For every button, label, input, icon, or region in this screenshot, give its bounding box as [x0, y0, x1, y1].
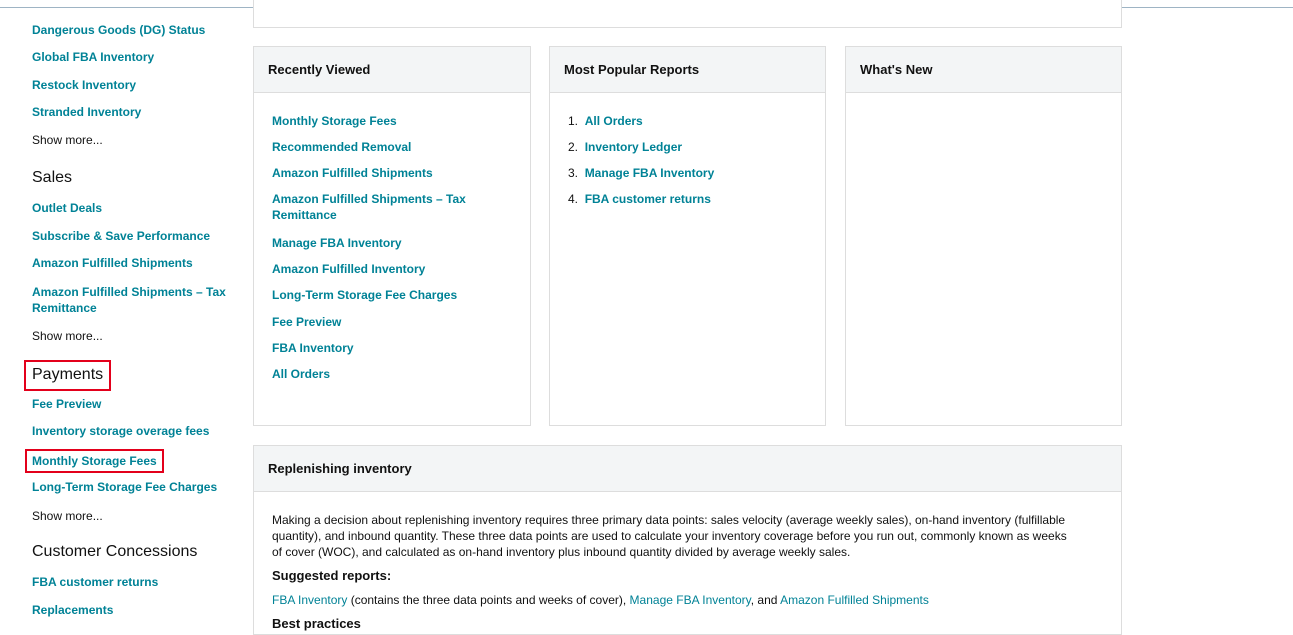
popular-report-link-all-orders[interactable]: All Orders	[585, 114, 643, 128]
sidebar-link-line: Remittance	[32, 301, 97, 315]
sidebar-link-monthly-storage-fees[interactable]: Monthly Storage Fees	[25, 449, 164, 473]
recent-link-amazon-fulfilled-inventory[interactable]: Amazon Fulfilled Inventory	[272, 261, 425, 277]
sidebar-link-subscribe-save[interactable]: Subscribe & Save Performance	[32, 228, 210, 244]
sidebar-heading-payments: Payments	[24, 360, 112, 391]
sidebar-link-fba-customer-returns[interactable]: FBA customer returns	[32, 574, 158, 590]
recent-link-line: Amazon Fulfilled Shipments – Tax	[272, 192, 466, 206]
recent-link-manage-fba-inventory[interactable]: Manage FBA Inventory	[272, 235, 402, 251]
recent-link-all-orders[interactable]: All Orders	[272, 366, 330, 382]
popular-report-item: 1. All Orders	[568, 113, 643, 129]
popular-report-link-fba-customer-returns[interactable]: FBA customer returns	[585, 192, 711, 206]
replenishing-description: Making a decision about replenishing inv…	[272, 513, 1067, 559]
sidebar-link-stranded-inventory[interactable]: Stranded Inventory	[32, 104, 141, 120]
sidebar-link-global-fba-inventory[interactable]: Global FBA Inventory	[32, 49, 154, 65]
recent-link-fee-preview[interactable]: Fee Preview	[272, 314, 341, 330]
sidebar-heading-customer-concessions: Customer Concessions	[32, 543, 198, 560]
sidebar-link-long-term-storage-fee-charges[interactable]: Long-Term Storage Fee Charges	[32, 479, 217, 495]
replenishing-card: Replenishing inventory Making a decision…	[253, 445, 1122, 635]
top-card	[253, 0, 1122, 28]
suggested-link-description: (contains the three data points and week…	[347, 593, 630, 607]
sidebar-show-more-payments[interactable]: Show more...	[32, 508, 103, 524]
popular-report-link-inventory-ledger[interactable]: Inventory Ledger	[585, 140, 682, 154]
sidebar-link-restock-inventory[interactable]: Restock Inventory	[32, 77, 136, 93]
recently-viewed-title: Recently Viewed	[254, 47, 530, 93]
replenishing-title: Replenishing inventory	[254, 446, 1121, 492]
recent-link-amazon-fulfilled-shipments[interactable]: Amazon Fulfilled Shipments	[272, 165, 433, 181]
suggested-reports-label: Suggested reports:	[272, 568, 392, 583]
suggested-link-amazon-fulfilled-shipments[interactable]: Amazon Fulfilled Shipments	[780, 593, 929, 607]
suggested-link-connector: , and	[750, 593, 781, 607]
popular-report-number: 3.	[568, 166, 579, 180]
recent-link-amazon-fulfilled-shipments-tax[interactable]: Amazon Fulfilled Shipments – Tax Remitta…	[272, 191, 466, 223]
best-practices-heading: Best practices	[272, 616, 361, 631]
recent-link-recommended-removal[interactable]: Recommended Removal	[272, 139, 411, 155]
recently-viewed-card: Recently Viewed Monthly Storage Fees Rec…	[253, 46, 531, 426]
sidebar-link-line: Amazon Fulfilled Shipments – Tax	[32, 285, 226, 299]
sidebar: Dangerous Goods (DG) Status Global FBA I…	[0, 0, 240, 619]
popular-report-item: 4. FBA customer returns	[568, 191, 711, 207]
popular-report-number: 2.	[568, 140, 579, 154]
sidebar-link-dangerous-goods[interactable]: Dangerous Goods (DG) Status	[32, 22, 205, 38]
sidebar-link-fee-preview[interactable]: Fee Preview	[32, 396, 101, 412]
sidebar-link-outlet-deals[interactable]: Outlet Deals	[32, 200, 102, 216]
suggested-link-manage-fba-inventory[interactable]: Manage FBA Inventory	[630, 593, 751, 607]
recent-link-monthly-storage-fees[interactable]: Monthly Storage Fees	[272, 113, 397, 129]
popular-report-number: 4.	[568, 192, 579, 206]
sidebar-heading-sales: Sales	[32, 169, 73, 186]
sidebar-link-amazon-fulfilled-shipments[interactable]: Amazon Fulfilled Shipments	[32, 255, 193, 271]
popular-report-item: 2. Inventory Ledger	[568, 139, 682, 155]
popular-reports-card: Most Popular Reports 1. All Orders 2. In…	[549, 46, 826, 426]
recent-link-line: Remittance	[272, 208, 337, 222]
popular-report-link-manage-fba-inventory[interactable]: Manage FBA Inventory	[585, 166, 715, 180]
suggested-reports-line: FBA Inventory (contains the three data p…	[272, 592, 929, 608]
sidebar-show-more-inventory[interactable]: Show more...	[32, 132, 103, 148]
recent-link-long-term-storage-fee-charges[interactable]: Long-Term Storage Fee Charges	[272, 287, 457, 303]
sidebar-link-replacements[interactable]: Replacements	[32, 602, 113, 618]
sidebar-link-amazon-fulfilled-shipments-tax[interactable]: Amazon Fulfilled Shipments – Tax Remitta…	[32, 284, 226, 316]
popular-reports-title: Most Popular Reports	[550, 47, 825, 93]
whats-new-card: What's New	[845, 46, 1122, 426]
sidebar-show-more-sales[interactable]: Show more...	[32, 328, 103, 344]
recent-link-fba-inventory[interactable]: FBA Inventory	[272, 340, 354, 356]
suggested-link-fba-inventory[interactable]: FBA Inventory	[272, 593, 347, 607]
popular-report-number: 1.	[568, 114, 579, 128]
sidebar-link-inventory-storage-overage-fees[interactable]: Inventory storage overage fees	[32, 423, 209, 439]
whats-new-title: What's New	[846, 47, 1121, 93]
popular-report-item: 3. Manage FBA Inventory	[568, 165, 714, 181]
